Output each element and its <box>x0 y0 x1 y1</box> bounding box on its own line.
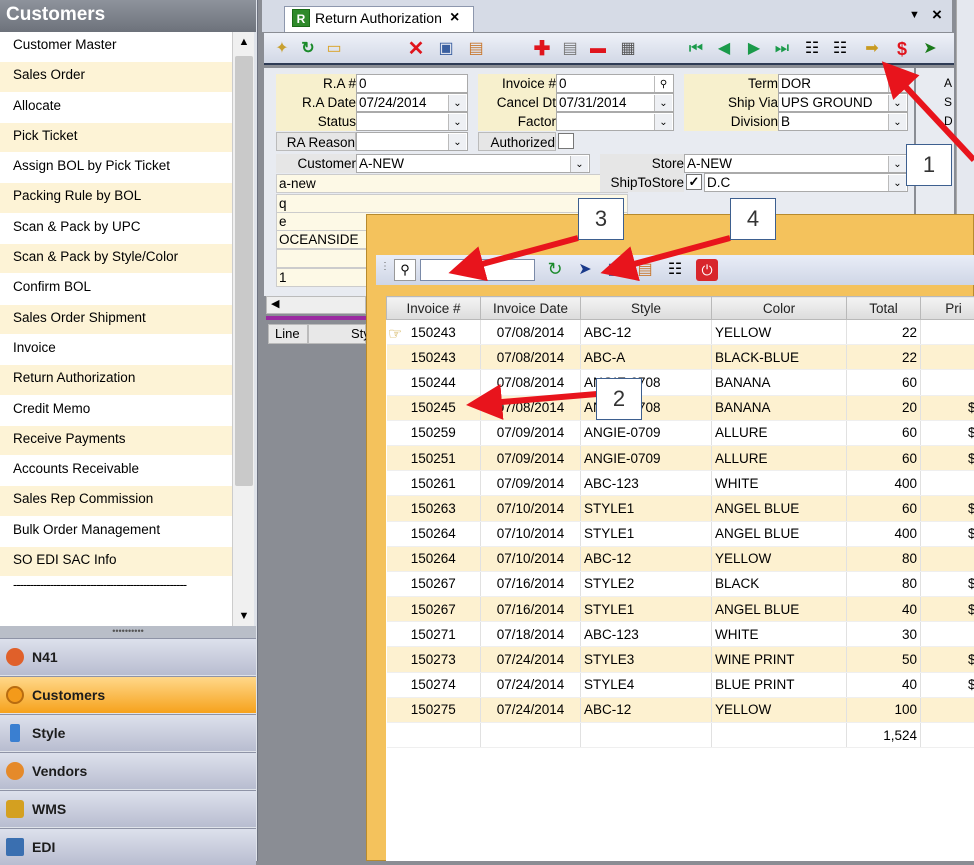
arrow-3 <box>460 238 578 270</box>
callout-3: 3 <box>578 198 624 240</box>
callout-1: 1 <box>906 144 952 186</box>
callout-2: 2 <box>596 378 642 420</box>
annotation-arrows <box>0 0 974 861</box>
callout-4: 4 <box>730 198 776 240</box>
arrow-4 <box>612 238 730 270</box>
arrow-2 <box>478 394 597 404</box>
